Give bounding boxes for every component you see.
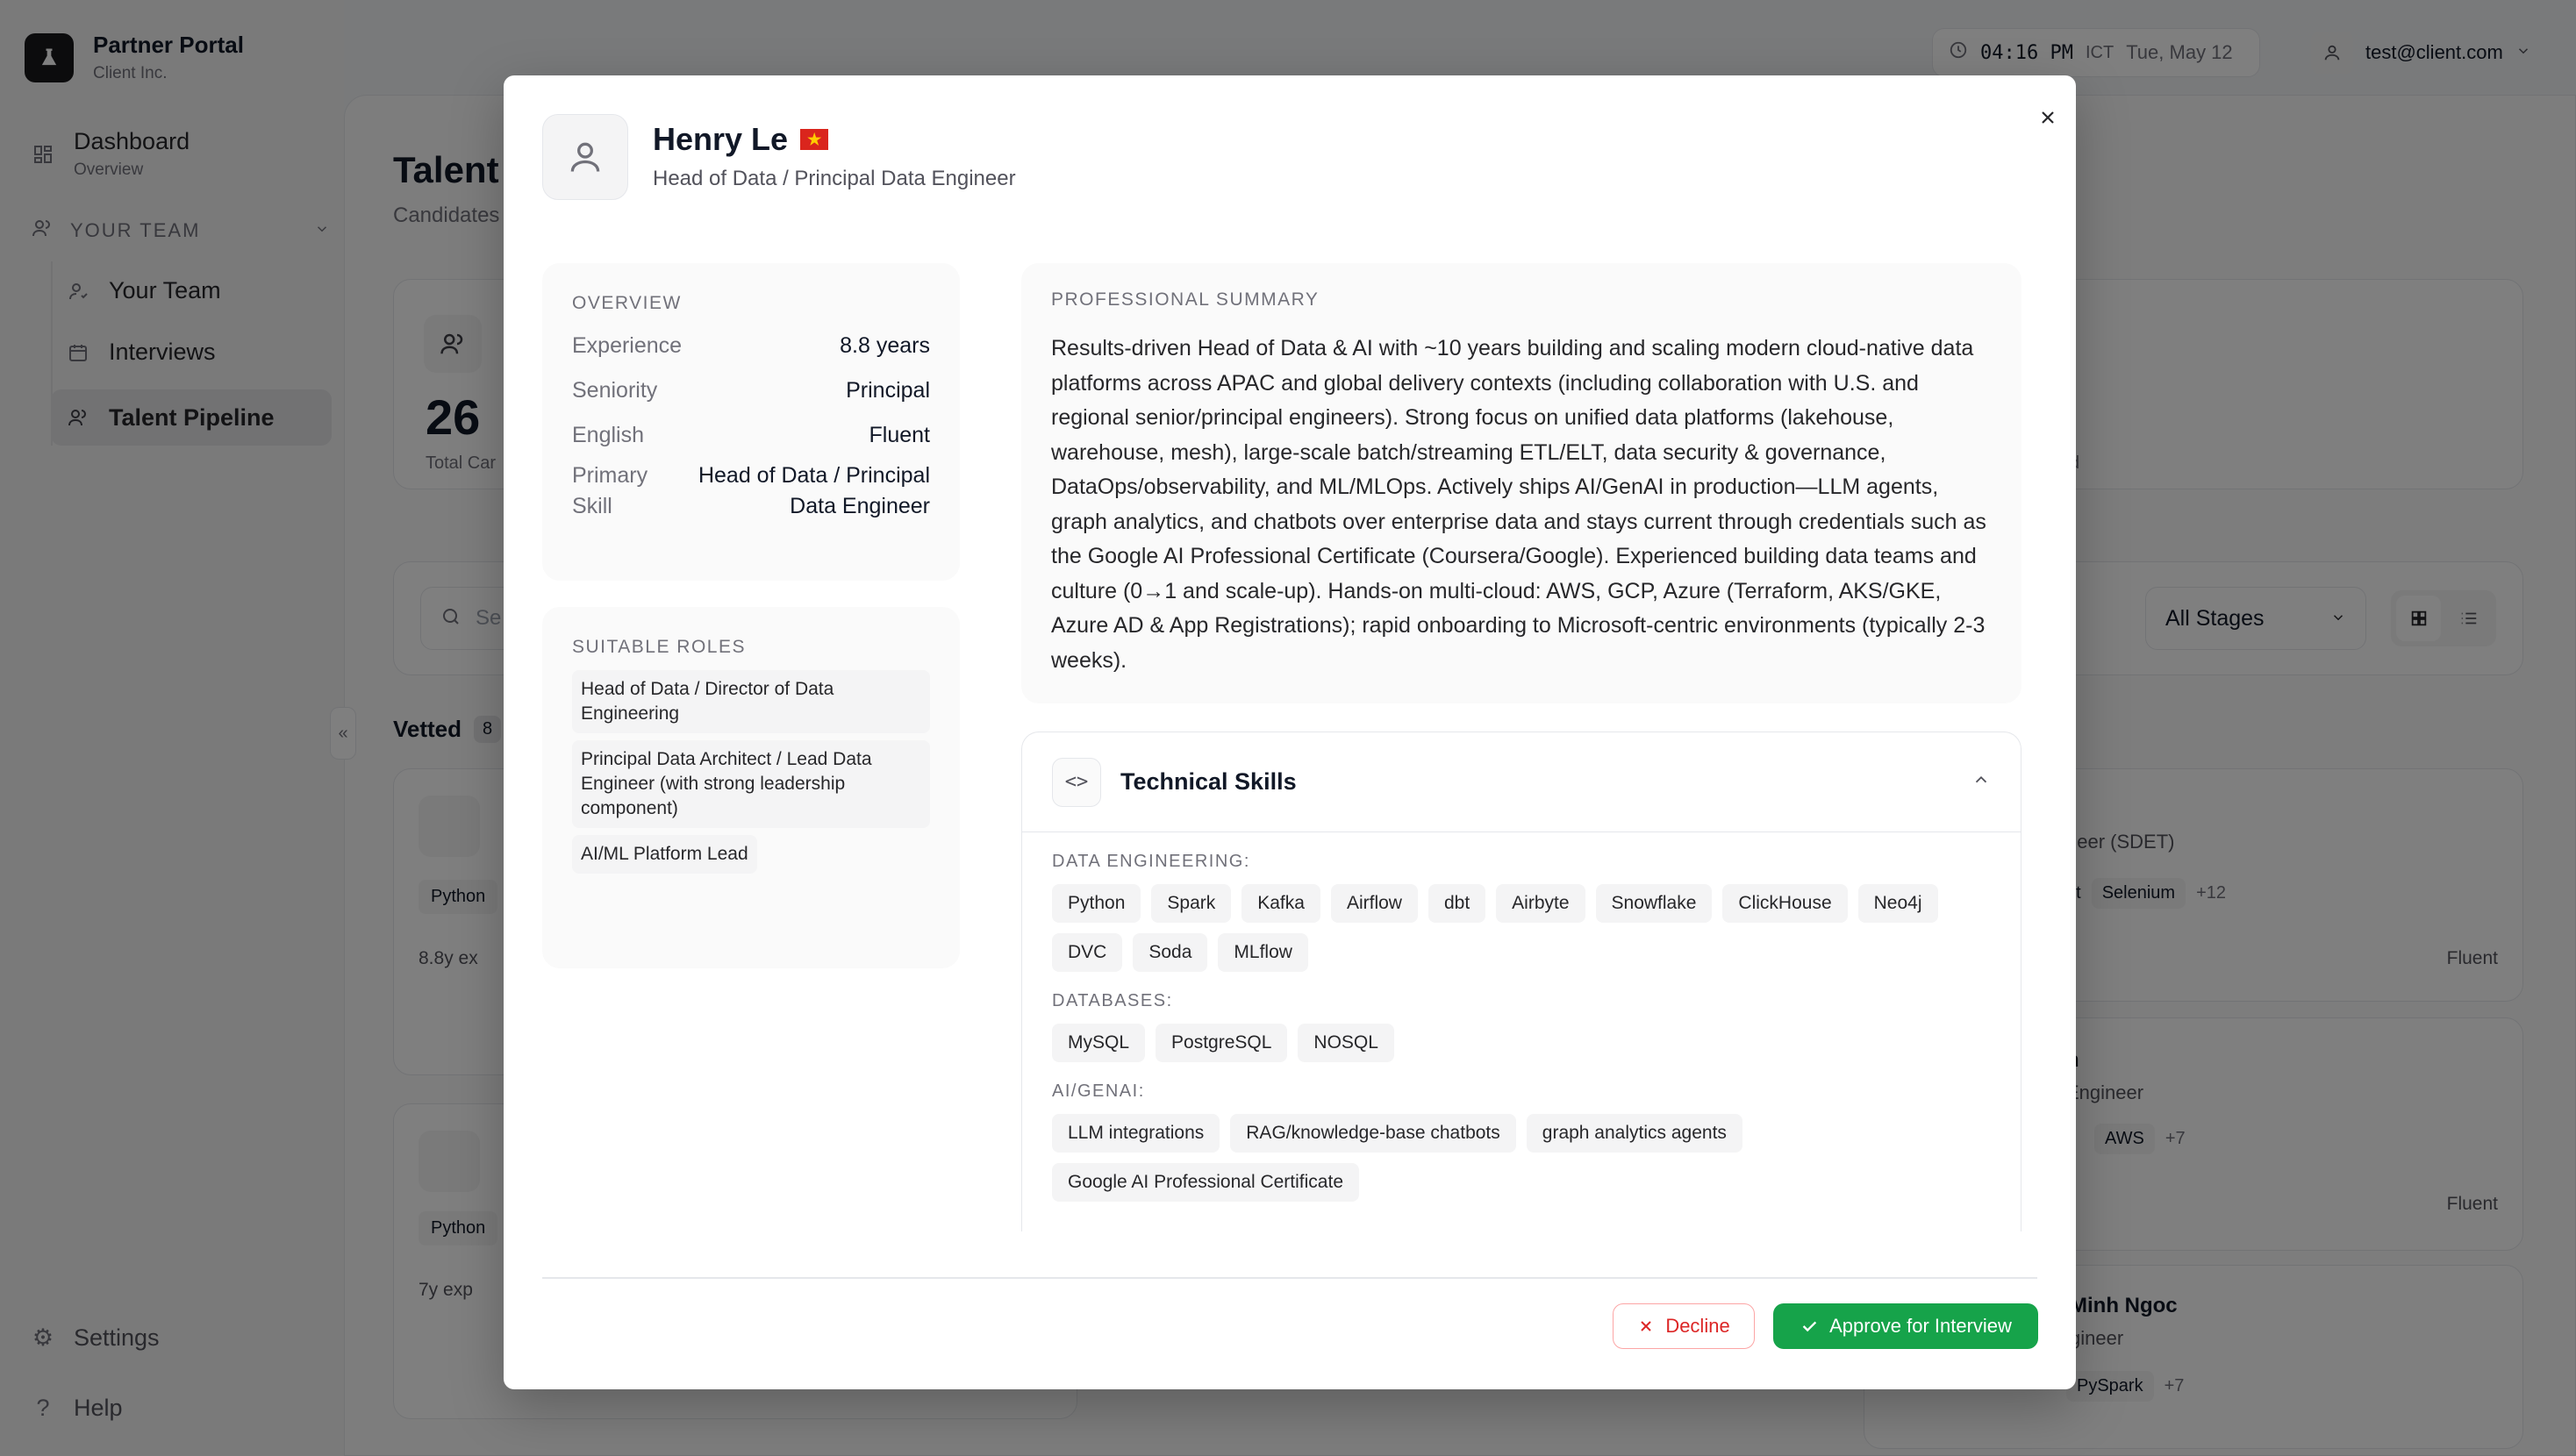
role-chip: Principal Data Architect / Lead Data Eng…	[572, 740, 930, 828]
skill-chips: Python Spark Kafka Airflow dbt Airbyte S…	[1052, 884, 1991, 972]
skill-chip: Airflow	[1330, 884, 1418, 923]
user-icon	[570, 142, 600, 172]
overview-label: OVERVIEW	[572, 293, 682, 313]
overview-key: English	[572, 423, 644, 447]
overview-key: Seniority	[572, 378, 658, 403]
vietnam-flag-icon	[800, 129, 829, 150]
technical-skills-section: <> Technical Skills DATA ENGINEERING: Py…	[1021, 732, 2021, 1231]
overview-row: Experience 8.8 years	[572, 333, 930, 359]
overview-row: Seniority Principal	[572, 378, 930, 403]
professional-summary-panel: PROFESSIONAL SUMMARY Results-driven Head…	[1021, 263, 2021, 703]
overview-value: Fluent	[869, 423, 930, 447]
overview-row: English Fluent	[572, 423, 930, 448]
technical-skills-header[interactable]: <> Technical Skills	[1022, 732, 2021, 832]
technical-skills-title: Technical Skills	[1120, 768, 1297, 795]
skill-chips: MySQL PostgreSQL NOSQL	[1052, 1024, 1991, 1062]
candidate-role: Head of Data / Principal Data Engineer	[653, 167, 1016, 190]
candidate-name-text: Henry Le	[653, 121, 789, 157]
overview-key: Primary Skill	[572, 463, 648, 518]
skill-chip: Snowflake	[1595, 884, 1713, 923]
skill-chip: ClickHouse	[1722, 884, 1848, 923]
overview-value: Head of Data / Principal Data Engineer	[698, 463, 930, 518]
avatar	[542, 114, 628, 200]
skill-chip: MLflow	[1218, 933, 1308, 972]
close-button[interactable]	[2030, 100, 2065, 135]
skill-chips: LLM integrations RAG/knowledge-base chat…	[1052, 1114, 1991, 1202]
candidate-detail-modal: Henry Le Head of Data / Principal Data E…	[504, 75, 2076, 1389]
skill-chip: MySQL	[1052, 1024, 1146, 1062]
decline-button[interactable]: Decline	[1613, 1303, 1755, 1349]
close-icon	[1641, 1321, 1652, 1331]
approve-for-interview-button[interactable]: Approve for Interview	[1773, 1303, 2038, 1349]
suitable-roles-label: SUITABLE ROLES	[572, 637, 747, 657]
approve-label: Approve for Interview	[1829, 1315, 2012, 1337]
skill-category-label: AI/GENAI:	[1052, 1081, 1145, 1101]
overview-panel: OVERVIEW Experience 8.8 years Seniority …	[542, 263, 960, 581]
candidate-name: Henry Le	[653, 121, 829, 158]
skill-category-label: DATABASES:	[1052, 991, 1173, 1010]
skill-chip: Soda	[1133, 933, 1208, 972]
role-chip: Head of Data / Director of Data Engineer…	[572, 670, 930, 733]
skill-chip: Google AI Professional Certificate	[1052, 1163, 1359, 1202]
overview-value: 8.8 years	[840, 333, 930, 358]
summary-label: PROFESSIONAL SUMMARY	[1051, 289, 1320, 310]
skill-chip: Kafka	[1241, 884, 1320, 923]
overview-value: Principal	[846, 378, 930, 403]
close-icon	[2042, 111, 2054, 124]
role-list: Head of Data / Director of Data Engineer…	[572, 670, 930, 874]
overview-row: Primary Skill Head of Data / Principal D…	[572, 460, 930, 522]
skill-chip: DVC	[1052, 933, 1123, 972]
overview-key: Experience	[572, 333, 683, 358]
role-chip: AI/ML Platform Lead	[572, 835, 757, 874]
skill-chip: graph analytics agents	[1526, 1114, 1742, 1153]
suitable-roles-panel: SUITABLE ROLES Head of Data / Director o…	[542, 607, 960, 968]
summary-text: Results-driven Head of Data & AI with ~1…	[1051, 336, 1986, 673]
skill-chip: Airbyte	[1496, 884, 1585, 923]
decline-label: Decline	[1665, 1315, 1730, 1337]
skills-body: DATA ENGINEERING: Python Spark Kafka Air…	[1022, 852, 2021, 1202]
check-icon	[1802, 1321, 1817, 1332]
skill-chip: Python	[1052, 884, 1141, 923]
skill-chip: NOSQL	[1298, 1024, 1394, 1062]
footer-divider	[542, 1277, 2037, 1279]
skill-chip: PostgreSQL	[1156, 1024, 1288, 1062]
skill-chip: Neo4j	[1857, 884, 1938, 923]
skill-chip: dbt	[1428, 884, 1486, 923]
skill-chip: LLM integrations	[1052, 1114, 1220, 1153]
skill-chip: RAG/knowledge-base chatbots	[1230, 1114, 1516, 1153]
code-icon: <>	[1052, 757, 1101, 807]
chevron-up-icon	[1971, 770, 1991, 794]
skill-chip: Spark	[1151, 884, 1232, 923]
skill-category-label: DATA ENGINEERING:	[1052, 852, 1250, 871]
